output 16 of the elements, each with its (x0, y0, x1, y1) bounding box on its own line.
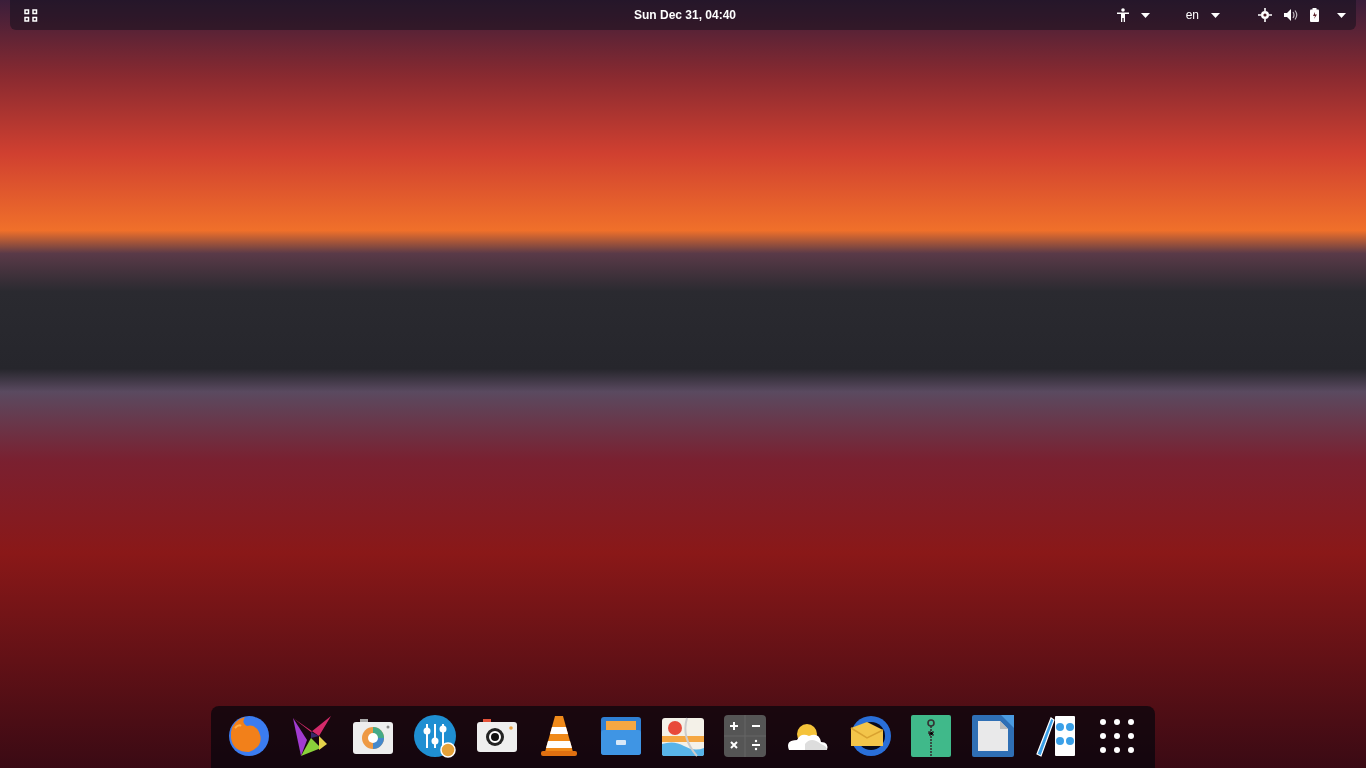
caret-icon[interactable] (1140, 12, 1150, 18)
location-icon[interactable] (1258, 8, 1272, 22)
document-icon[interactable] (971, 714, 1015, 758)
sliders-icon[interactable] (413, 714, 457, 758)
grid-icon[interactable] (24, 8, 38, 22)
battery-icon[interactable] (1310, 8, 1319, 22)
zipper-icon[interactable] (909, 714, 953, 758)
volume-icon[interactable] (1284, 9, 1298, 21)
caret-icon[interactable] (1337, 12, 1346, 18)
accessibility-icon[interactable] (1116, 8, 1129, 22)
language-indicator[interactable]: en (1185, 8, 1199, 22)
folder-icon[interactable] (599, 714, 643, 758)
clock-text[interactable]: Sun Dec 31, 04:40 (633, 8, 737, 22)
calculator-icon[interactable] (723, 714, 767, 758)
pen-dots-icon[interactable] (1033, 714, 1077, 758)
caret-icon[interactable] (1211, 12, 1220, 18)
